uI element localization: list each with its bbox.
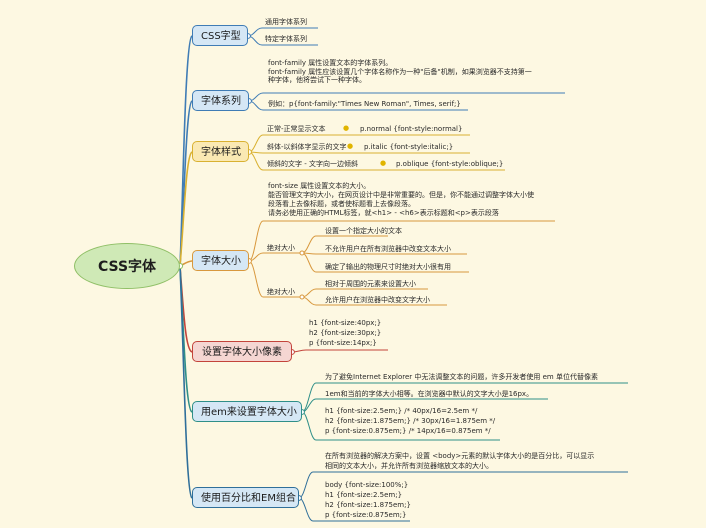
code-line: h2 {font-size:1.875em;} [325, 501, 411, 509]
subtopic-specific-family[interactable]: 特定字体系列 [265, 35, 307, 44]
font-size-description[interactable]: font-size 属性设置文本的大小。 能否管理文字的大小，在网页设计中是非常… [268, 182, 534, 218]
percent-size-code[interactable]: body {font-size:100%;} h1 {font-size:2.5… [325, 480, 411, 520]
code-line: h1 {font-size:40px;} [309, 319, 382, 327]
topic-font-style[interactable]: 字体样式 [192, 141, 249, 162]
absolute-size-item[interactable]: 不允许用户在所有浏览器中改变文本大小 [325, 245, 451, 254]
desc-line: font-family 属性设置文本的字体系列。 [268, 59, 393, 67]
root-topic[interactable]: CSS字体 [74, 243, 180, 289]
em-default-size[interactable]: 1em和当前的字体大小相等。在浏览器中默认的文字大小是16px。 [325, 390, 533, 399]
style-italic[interactable]: 斜体-以斜体字显示的文字 [267, 143, 347, 152]
topic-font-size-px[interactable]: 设置字体大小像素 [192, 341, 292, 362]
style-oblique-code[interactable]: p.oblique {font-style:oblique;} [396, 160, 503, 169]
code-line: p {font-size:0.875em;} /* 14px/16=0.875e… [325, 427, 491, 435]
desc-line: 种字体，他将尝试下一种字体。 [268, 76, 366, 85]
subtopic-absolute-size[interactable]: 绝对大小 [267, 244, 295, 253]
desc-line: font-size 属性设置文本的大小。 [268, 182, 371, 190]
code-line: h2 {font-size:30px;} [309, 329, 382, 337]
subtopic-generic-family[interactable]: 通用字体系列 [265, 18, 307, 27]
em-size-code[interactable]: h1 {font-size:2.5em;} /* 40px/16=2.5em *… [325, 406, 495, 436]
absolute-size-item[interactable]: 确定了输出的物理尺寸时绝对大小很有用 [325, 263, 451, 272]
code-line: h1 {font-size:2.5em;} /* 40px/16=2.5em *… [325, 407, 478, 415]
desc-line: 能否管理文字的大小，在网页设计中是非常重要的。但是，你不能通过调整字体大小使 [268, 191, 534, 199]
style-italic-code[interactable]: p.italic {font-style:italic;} [364, 143, 453, 152]
bullet-icon: ● [343, 124, 350, 132]
em-description[interactable]: 为了避免Internet Explorer 中无法调整文本的问题，许多开发者使用… [325, 373, 598, 382]
bullet-icon: ● [380, 159, 387, 167]
code-line: h1 {font-size:2.5em;} [325, 491, 403, 499]
relative-size-item[interactable]: 允许用户在浏览器中改变文字大小 [325, 296, 430, 305]
topic-font-family[interactable]: 字体系列 [192, 90, 249, 111]
topic-percent-em-combo[interactable]: 使用百分比和EM组合 [192, 487, 299, 508]
subtopic-relative-size[interactable]: 绝对大小 [267, 288, 295, 297]
font-family-description[interactable]: font-family 属性设置文本的字体系列。 font-family 属性应… [268, 59, 532, 85]
px-size-code[interactable]: h1 {font-size:40px;} h2 {font-size:30px;… [309, 318, 381, 348]
desc-line: font-family 属性应该设置几个字体名称作为一种"后备"机制，如果浏览器… [268, 67, 532, 76]
desc-line: 相同的文本大小，并允许所有浏览器缩放文本的大小。 [325, 461, 493, 470]
absolute-size-item[interactable]: 设置一个指定大小的文本 [325, 227, 402, 236]
font-family-example[interactable]: 例如：p{font-family:"Times New Roman", Time… [268, 100, 461, 109]
bullet-icon: ● [347, 142, 354, 150]
style-normal[interactable]: 正常-正常显示文本 [267, 125, 326, 134]
code-line: body {font-size:100%;} [325, 481, 409, 489]
code-line: p {font-size:0.875em;} [325, 511, 407, 519]
desc-line: 在所有浏览器的解决方案中，设置 <body>元素的默认字体大小的是百分比，可以显… [325, 452, 595, 460]
code-line: p {font-size:14px;} [309, 339, 377, 347]
style-normal-code[interactable]: p.normal {font-style:normal} [360, 125, 462, 134]
topic-font-size[interactable]: 字体大小 [192, 250, 249, 271]
style-oblique[interactable]: 倾斜的文字 - 文字向一边倾斜 [267, 160, 358, 169]
desc-line: 请务必使用正确的HTML标签，就<h1> - <h6>表示标题和<p>表示段落 [268, 209, 499, 217]
percent-description[interactable]: 在所有浏览器的解决方案中，设置 <body>元素的默认字体大小的是百分比，可以显… [325, 452, 594, 471]
relative-size-item[interactable]: 相对于周围的元素来设置大小 [325, 280, 416, 289]
desc-line: 段落看上去像标题，或者使标题看上去像段落。 [268, 200, 415, 208]
topic-font-size-em[interactable]: 用em来设置字体大小 [192, 401, 302, 422]
code-line: h2 {font-size:1.875em;} /* 30px/16=1.875… [325, 417, 496, 425]
topic-css-font-type[interactable]: CSS字型 [192, 25, 248, 46]
